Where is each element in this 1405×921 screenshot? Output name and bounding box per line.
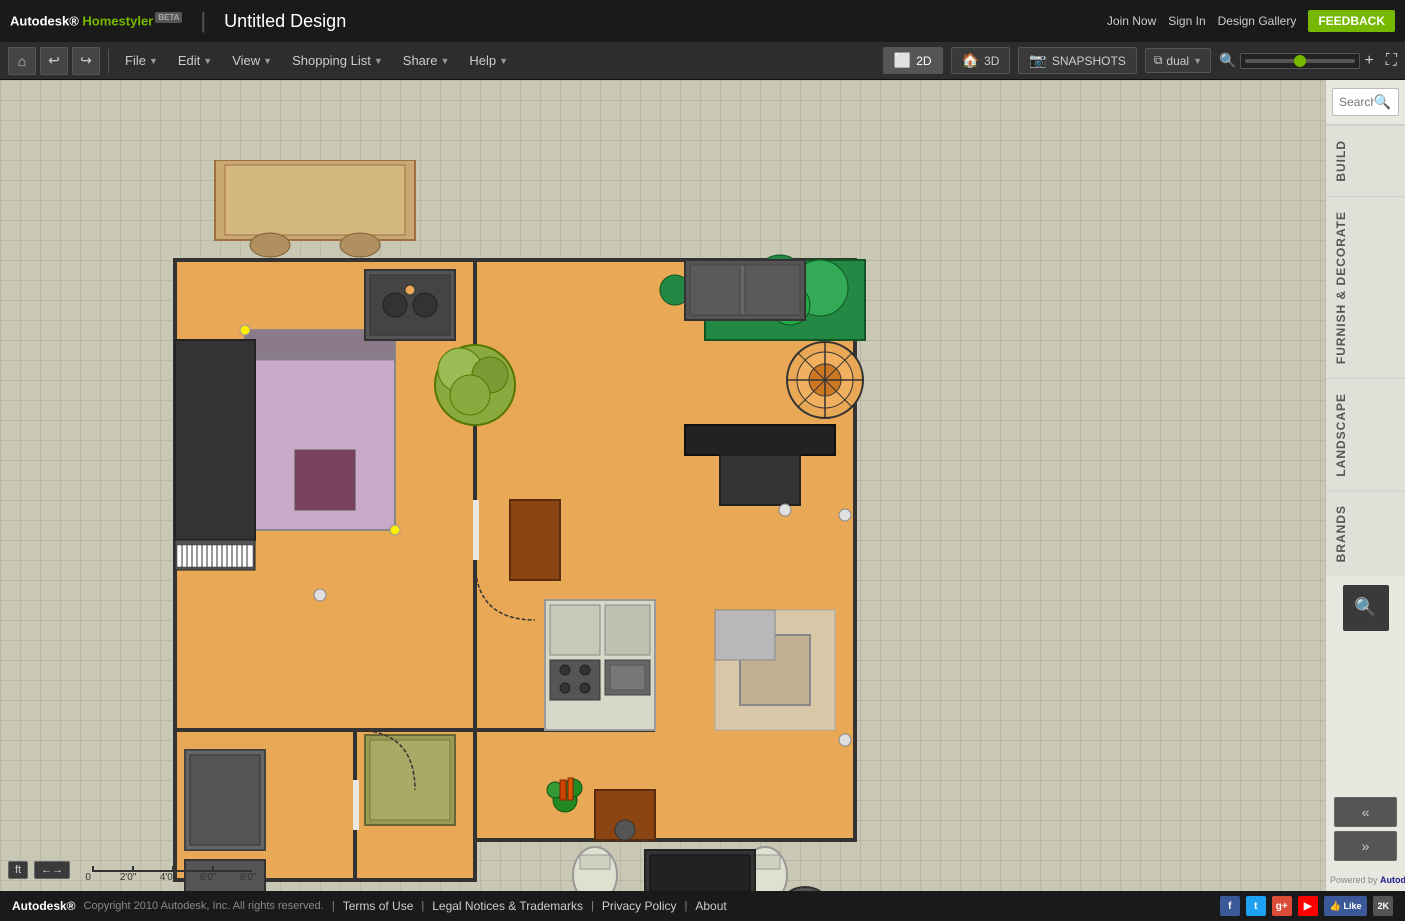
autodesk-logo: Autodesk® HomestylerBETA <box>10 13 182 28</box>
zoom-thumb <box>1294 55 1306 67</box>
scale-label-3: 6'0" <box>188 872 228 883</box>
zoom-out-icon[interactable]: 🔍 <box>1219 52 1236 69</box>
view-controls: ⬜ 2D 🏠 3D 📷 SNAPSHOTS ⧉ dual ▼ 🔍 + ⛶ <box>883 47 1397 74</box>
twitter-button[interactable]: t <box>1246 896 1266 916</box>
2d-view-button[interactable]: ⬜ 2D <box>883 47 943 74</box>
social-buttons: f t g+ ▶ 👍 Like 2K <box>1220 896 1393 916</box>
canvas-area[interactable]: ft ←→ 0 2'0" 4'0" 6'0" 8'0" <box>0 80 1325 891</box>
topbar-right: Join Now Sign In Design Gallery FEEDBACK <box>1107 10 1395 32</box>
title-separator: | <box>200 8 206 34</box>
sign-in-link[interactable]: Sign In <box>1168 14 1205 28</box>
like-button[interactable]: 👍 Like <box>1324 896 1368 916</box>
facebook-button[interactable]: f <box>1220 896 1240 916</box>
search-area: 🔍 <box>1326 80 1405 125</box>
landscape-tab[interactable]: LANDSCAPE <box>1326 378 1405 491</box>
view-menu[interactable]: View ▼ <box>224 49 280 72</box>
zoom-track <box>1245 59 1355 63</box>
like-count: 2K <box>1373 896 1393 916</box>
footer-logo: Autodesk® <box>12 899 76 913</box>
scale-label-1: 2'0" <box>108 872 148 883</box>
powered-by-label: Powered by Autodesk Seek <box>1326 869 1405 891</box>
zoom-bar: 🔍 + <box>1219 52 1374 70</box>
feedback-button[interactable]: FEEDBACK <box>1308 10 1395 32</box>
join-now-link[interactable]: Join Now <box>1107 14 1156 28</box>
terms-link[interactable]: Terms of Use <box>343 899 414 913</box>
file-caret: ▼ <box>149 56 158 66</box>
search-icon: 🔍 <box>1354 597 1376 618</box>
help-menu[interactable]: Help ▼ <box>461 49 516 72</box>
edit-menu[interactable]: Edit ▼ <box>170 49 220 72</box>
footer-copyright: Copyright 2010 Autodesk, Inc. All rights… <box>84 900 324 912</box>
dual-button[interactable]: ⧉ dual ▼ <box>1145 48 1211 73</box>
scale-label-4: 8'0" <box>228 872 268 883</box>
zoom-in-icon[interactable]: + <box>1364 52 1373 70</box>
scale-label-0: 0 <box>68 872 108 883</box>
3d-view-button[interactable]: 🏠 3D <box>951 47 1011 74</box>
help-caret: ▼ <box>499 56 508 66</box>
scale-line: 0 2'0" 4'0" 6'0" 8'0" <box>76 856 268 883</box>
zoom-slider[interactable] <box>1240 53 1360 69</box>
scale-label-2: 4'0" <box>148 872 188 883</box>
unit-toggle[interactable]: ft <box>8 861 28 879</box>
file-menu[interactable]: File ▼ <box>117 49 166 72</box>
privacy-link[interactable]: Privacy Policy <box>602 899 677 913</box>
googleplus-button[interactable]: g+ <box>1272 896 1292 916</box>
furnish-decorate-tab[interactable]: FURNISH & DECORATE <box>1326 196 1405 378</box>
scale-labels: 0 2'0" 4'0" 6'0" 8'0" <box>76 872 268 883</box>
footer-sep-3: | <box>591 900 594 912</box>
floorplan-svg <box>165 160 875 891</box>
build-tab[interactable]: BUILD <box>1326 125 1405 196</box>
shopping-caret: ▼ <box>374 56 383 66</box>
view-caret: ▼ <box>263 56 272 66</box>
footer-sep-1: | <box>332 900 335 912</box>
menu-bar: ⌂ ↩ ↪ File ▼ Edit ▼ View ▼ Shopping List… <box>0 42 1405 80</box>
footer-sep-2: | <box>421 900 424 912</box>
panel-search-button[interactable]: 🔍 <box>1374 94 1391 111</box>
share-menu[interactable]: Share ▼ <box>395 49 458 72</box>
right-panel: 🔍 BUILD FURNISH & DECORATE LANDSCAPE BRA… <box>1325 80 1405 891</box>
footer: Autodesk® Copyright 2010 Autodesk, Inc. … <box>0 891 1405 921</box>
menu-separator <box>108 49 109 73</box>
dual-caret: ▼ <box>1193 56 1202 66</box>
search-field-wrapper: 🔍 <box>1332 88 1399 116</box>
design-gallery-link[interactable]: Design Gallery <box>1218 14 1297 28</box>
snapshots-button[interactable]: 📷 SNAPSHOTS <box>1018 47 1136 74</box>
fullscreen-button[interactable]: ⛶ <box>1386 52 1397 70</box>
logo-area: Autodesk® HomestylerBETA | Untitled Desi… <box>10 8 346 34</box>
home-button[interactable]: ⌂ <box>8 47 36 75</box>
share-caret: ▼ <box>440 56 449 66</box>
main-area: ft ←→ 0 2'0" 4'0" 6'0" 8'0" <box>0 80 1405 891</box>
shopping-list-menu[interactable]: Shopping List ▼ <box>284 49 391 72</box>
about-link[interactable]: About <box>695 899 726 913</box>
search-icon-button[interactable]: 🔍 <box>1343 585 1389 631</box>
nav-up-button[interactable]: « <box>1334 797 1397 827</box>
floorplan <box>165 160 875 891</box>
scale-marks <box>92 856 252 872</box>
nav-down-button[interactable]: » <box>1334 831 1397 861</box>
redo-button[interactable]: ↪ <box>72 47 100 75</box>
footer-sep-4: | <box>685 900 688 912</box>
edit-caret: ▼ <box>203 56 212 66</box>
legal-link[interactable]: Legal Notices & Trademarks <box>432 899 583 913</box>
design-title: Untitled Design <box>224 11 346 32</box>
ruler-button[interactable]: ←→ <box>34 861 70 879</box>
scale-bar: ft ←→ 0 2'0" 4'0" 6'0" 8'0" <box>8 856 268 883</box>
brands-tab[interactable]: BRANDS <box>1326 490 1405 576</box>
undo-button[interactable]: ↩ <box>40 47 68 75</box>
top-bar: Autodesk® HomestylerBETA | Untitled Desi… <box>0 0 1405 42</box>
nav-arrows: « » <box>1326 789 1405 869</box>
beta-label: BETA <box>155 12 182 23</box>
youtube-button[interactable]: ▶ <box>1298 896 1318 916</box>
